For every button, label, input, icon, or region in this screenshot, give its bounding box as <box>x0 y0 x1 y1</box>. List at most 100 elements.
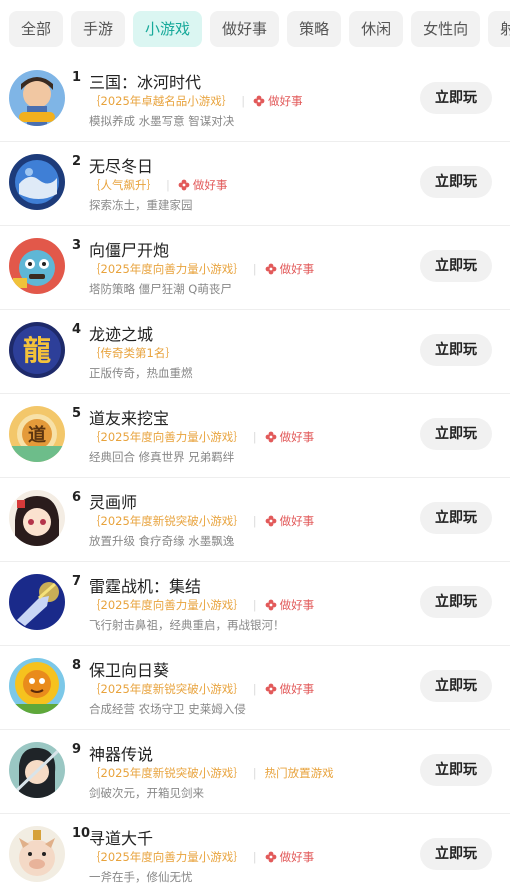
award-tag: ｛2025年度新锐突破小游戏｝ <box>89 514 245 528</box>
rank-number: 9 <box>72 742 82 757</box>
tab-female[interactable]: 女性向 <box>411 11 481 47</box>
do-good-badge: 做好事 <box>253 93 303 109</box>
sunflower-icon[interactable] <box>9 658 65 714</box>
do-good-badge: 做好事 <box>178 177 227 193</box>
play-button[interactable]: 立即玩 <box>420 82 492 114</box>
play-button[interactable]: 立即玩 <box>420 754 492 786</box>
dragon-icon[interactable]: 龍 <box>9 322 65 378</box>
tab-strategy[interactable]: 策略 <box>287 11 342 47</box>
svg-text:龍: 龍 <box>23 334 51 367</box>
fighter-jet-icon[interactable] <box>9 574 65 630</box>
game-title: 灵画师 <box>89 493 138 512</box>
category-tabs: 全部 手游 小游戏 做好事 策略 休闲 女性向 射 <box>0 0 510 58</box>
game-title: 无尽冬日 <box>89 157 154 176</box>
game-description: 探索冻土，重建家园 <box>89 198 193 212</box>
game-description: 合成经营 农场守卫 史莱姆入侵 <box>89 702 246 716</box>
list-item[interactable]: 7 雷霆战机：集结 ｛2025年度向善力量小游戏｝ | 做好事 飞行射击鼻祖，经… <box>0 562 510 646</box>
game-description: 经典回合 修真世界 兄弟羁绊 <box>89 450 235 464</box>
play-button[interactable]: 立即玩 <box>420 502 492 534</box>
game-title: 保卫向日葵 <box>89 661 170 680</box>
game-description: 塔防策略 僵尸狂潮 Q萌丧尸 <box>89 282 232 296</box>
award-tag: ｛2025年卓越名品小游戏｝ <box>89 94 234 108</box>
zombie-icon[interactable] <box>9 238 65 294</box>
tag-row: ｛2025年度新锐突破小游戏｝ | 做好事 <box>89 681 314 697</box>
painter-girl-icon[interactable] <box>9 490 65 546</box>
play-button[interactable]: 立即玩 <box>420 418 492 450</box>
list-item[interactable]: 龍 4 龙迹之城 ｛传奇类第1名｝ 正版传奇，热血重燃 立即玩 <box>0 310 510 394</box>
list-item[interactable]: 3 向僵尸开炮 ｛2025年度向善力量小游戏｝ | 做好事 塔防策略 僵尸狂潮 … <box>0 226 510 310</box>
divider: | <box>252 598 257 612</box>
tab-shooter[interactable]: 射 <box>488 11 510 47</box>
divider: | <box>252 514 257 528</box>
winter-globe-icon[interactable] <box>9 154 65 210</box>
tag-row: ｛2025年度新锐突破小游戏｝ | 做好事 <box>89 513 314 529</box>
play-button[interactable]: 立即玩 <box>420 586 492 618</box>
flower-icon <box>178 179 190 191</box>
play-button[interactable]: 立即玩 <box>420 166 492 198</box>
game-title: 神器传说 <box>89 745 154 764</box>
tag-row: ｛2025年度向善力量小游戏｝ | 做好事 <box>89 261 314 277</box>
award-tag: ｛2025年度向善力量小游戏｝ <box>89 262 245 276</box>
tab-do-good[interactable]: 做好事 <box>210 11 280 47</box>
do-good-badge: 做好事 <box>265 681 314 697</box>
game-title: 寻道大千 <box>89 829 154 848</box>
game-title: 向僵尸开炮 <box>89 241 170 260</box>
game-description: 模拟养成 水墨写意 智谋对决 <box>89 114 235 128</box>
divider: | <box>252 850 257 864</box>
do-good-badge: 做好事 <box>265 429 314 445</box>
rank-number: 2 <box>72 154 82 169</box>
divider: | <box>166 178 170 192</box>
tag-row: ｛2025年卓越名品小游戏｝ | 做好事 <box>89 93 303 109</box>
do-good-badge: 做好事 <box>265 261 314 277</box>
game-description: 正版传奇，热血重燃 <box>89 366 193 380</box>
list-item[interactable]: 2 无尽冬日 ｛人气飙升｝ | 做好事 探索冻土，重建家园 立即玩 <box>0 142 510 226</box>
rank-number: 10 <box>72 826 91 841</box>
game-description: 放置升级 食疗奇缘 水墨飘逸 <box>89 534 235 548</box>
play-button[interactable]: 立即玩 <box>420 334 492 366</box>
tab-mini-games[interactable]: 小游戏 <box>133 11 203 47</box>
tab-mobile-games[interactable]: 手游 <box>71 11 126 47</box>
play-button[interactable]: 立即玩 <box>420 670 492 702</box>
tag-row: ｛传奇类第1名｝ <box>89 345 177 361</box>
flower-icon <box>265 431 277 443</box>
divider: | <box>252 766 257 780</box>
tag-row: ｛2025年度新锐突破小游戏｝ | 热门放置游戏 <box>89 765 334 781</box>
popularity-tag: ｛人气飙升｝ <box>89 178 158 192</box>
divider: | <box>252 682 257 696</box>
list-item[interactable]: 道 5 道友来挖宝 ｛2025年度向善力量小游戏｝ | 做好事 经典回合 修真世… <box>0 394 510 478</box>
tag-row: ｛2025年度向善力量小游戏｝ | 做好事 <box>89 597 314 613</box>
award-tag: ｛2025年度向善力量小游戏｝ <box>89 598 245 612</box>
award-tag: ｛2025年度向善力量小游戏｝ <box>89 850 245 864</box>
flower-icon <box>265 683 277 695</box>
list-item[interactable]: 6 灵画师 ｛2025年度新锐突破小游戏｝ | 做好事 放置升级 食疗奇缘 水墨… <box>0 478 510 562</box>
award-tag: ｛2025年度新锐突破小游戏｝ <box>89 766 245 780</box>
award-tag: ｛2025年度新锐突破小游戏｝ <box>89 682 245 696</box>
tag-row: ｛2025年度向善力量小游戏｝ | 做好事 <box>89 849 314 865</box>
flower-icon <box>253 95 265 107</box>
tab-all[interactable]: 全部 <box>9 11 64 47</box>
three-kingdoms-icon[interactable] <box>9 70 65 126</box>
game-description: 剑破次元，开箱见剑来 <box>89 786 204 800</box>
swordsman-icon[interactable] <box>9 742 65 798</box>
game-title: 雷霆战机：集结 <box>89 577 202 596</box>
list-item[interactable]: 10 寻道大千 ｛2025年度向善力量小游戏｝ | 做好事 一斧在手，修仙无忧 … <box>0 814 510 893</box>
game-description: 一斧在手，修仙无忧 <box>89 870 193 884</box>
flower-icon <box>265 515 277 527</box>
pig-icon[interactable] <box>9 826 65 882</box>
play-button[interactable]: 立即玩 <box>420 838 492 870</box>
dao-icon[interactable]: 道 <box>9 406 65 462</box>
list-item[interactable]: 9 神器传说 ｛2025年度新锐突破小游戏｝ | 热门放置游戏 剑破次元，开箱见… <box>0 730 510 814</box>
rank-number: 3 <box>72 238 82 253</box>
play-button[interactable]: 立即玩 <box>420 250 492 282</box>
rank-number: 7 <box>72 574 82 589</box>
rank-number: 1 <box>72 70 82 85</box>
list-item[interactable]: 1 三国：冰河时代 ｛2025年卓越名品小游戏｝ | 做好事 模拟养成 水墨写意… <box>0 58 510 142</box>
rank-number: 6 <box>72 490 82 505</box>
rank-number: 8 <box>72 658 82 673</box>
game-title: 龙迹之城 <box>89 325 154 344</box>
do-good-badge: 做好事 <box>265 597 314 613</box>
tab-casual[interactable]: 休闲 <box>349 11 404 47</box>
list-item[interactable]: 8 保卫向日葵 ｛2025年度新锐突破小游戏｝ | 做好事 合成经营 农场守卫 … <box>0 646 510 730</box>
game-list: 1 三国：冰河时代 ｛2025年卓越名品小游戏｝ | 做好事 模拟养成 水墨写意… <box>0 58 510 893</box>
hot-idle-badge: 热门放置游戏 <box>264 766 334 780</box>
